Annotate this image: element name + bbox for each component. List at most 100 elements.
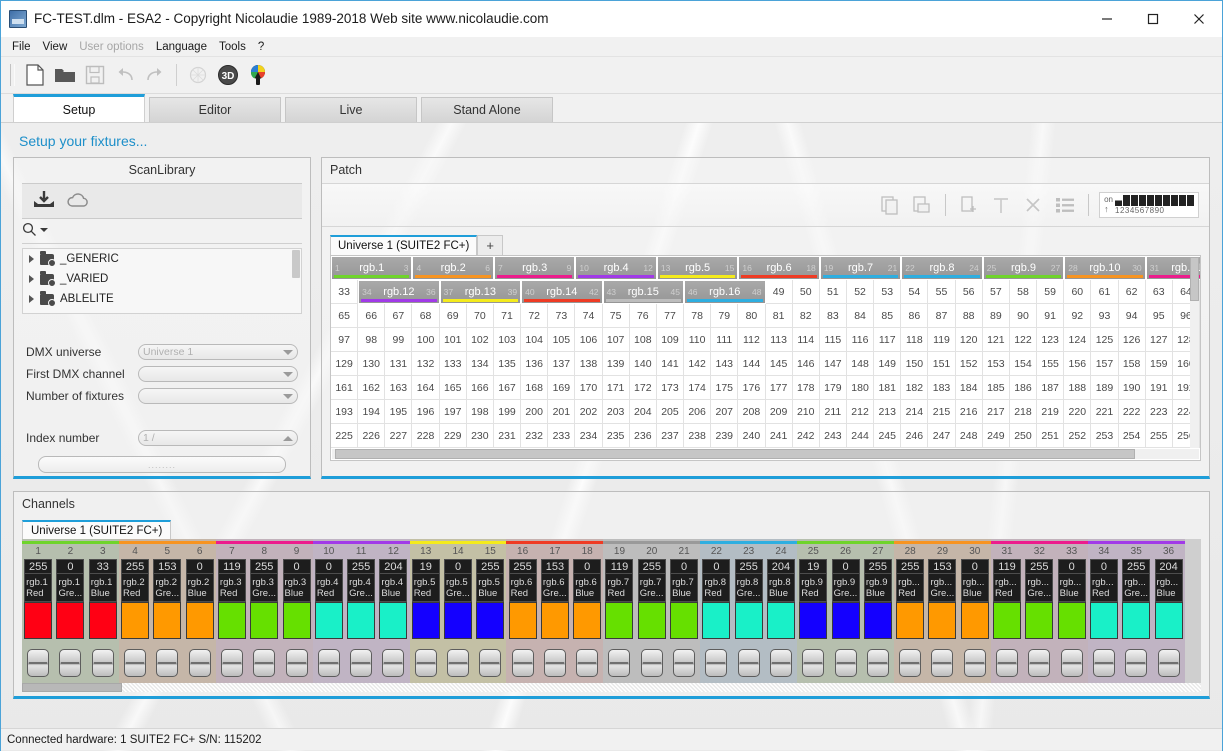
- patch-cell[interactable]: 116: [846, 328, 875, 352]
- strip-fader-track[interactable]: [571, 639, 603, 686]
- channel-strip[interactable]: 16 255 rgb.6 Red: [506, 539, 539, 691]
- expand-triangle-icon[interactable]: [29, 295, 34, 303]
- save-icon[interactable]: [80, 60, 110, 90]
- patch-cell[interactable]: 65: [331, 304, 359, 328]
- patch-cell[interactable]: 163: [385, 376, 413, 400]
- patch-cell[interactable]: 138: [575, 352, 603, 376]
- channel-strip[interactable]: 13 19 rgb.5 Red: [409, 539, 442, 691]
- patch-cell[interactable]: 70: [466, 304, 494, 328]
- patch-cell[interactable]: 170: [575, 376, 603, 400]
- patch-cell[interactable]: 216: [955, 400, 983, 424]
- expand-triangle-icon[interactable]: [29, 275, 34, 283]
- tab-stand-alone[interactable]: Stand Alone: [421, 97, 553, 122]
- patch-cell[interactable]: 126: [1118, 328, 1146, 352]
- patch-cell[interactable]: 150: [901, 352, 929, 376]
- patch-cell[interactable]: 75: [602, 304, 630, 328]
- strip-value[interactable]: 119: [993, 559, 1022, 574]
- patch-cell[interactable]: 250: [1009, 424, 1038, 448]
- patch-cell[interactable]: 246: [901, 424, 929, 448]
- strip-color-swatch[interactable]: [573, 602, 602, 639]
- patch-cell[interactable]: 71: [493, 304, 522, 328]
- strip-value[interactable]: 0: [702, 559, 731, 574]
- undo-icon[interactable]: [110, 60, 140, 90]
- patch-cell[interactable]: 136: [521, 352, 549, 376]
- patch-cell[interactable]: 112: [738, 328, 766, 352]
- strip-color-swatch[interactable]: [444, 602, 472, 639]
- duplicate-fixture-icon[interactable]: [956, 192, 982, 218]
- 3d-preview-2d-icon[interactable]: [183, 60, 213, 90]
- minimize-button[interactable]: [1084, 2, 1130, 36]
- patch-cell[interactable]: 213: [874, 400, 902, 424]
- patch-cell[interactable]: 93: [1091, 304, 1119, 328]
- strip-fader-knob[interactable]: [543, 648, 566, 677]
- patch-cell[interactable]: 249: [982, 424, 1010, 448]
- patch-cell[interactable]: 104: [521, 328, 549, 352]
- strip-color-swatch[interactable]: [347, 602, 376, 639]
- patch-cell[interactable]: 149: [874, 352, 902, 376]
- strip-color-swatch[interactable]: [766, 602, 795, 639]
- patch-cell[interactable]: 72: [521, 304, 549, 328]
- index-number-stepper[interactable]: 1 /: [138, 430, 298, 446]
- new-file-icon[interactable]: [20, 60, 50, 90]
- patch-cell[interactable]: 251: [1037, 424, 1065, 448]
- patch-cell[interactable]: 235: [602, 424, 630, 448]
- patch-cell[interactable]: 233: [548, 424, 576, 448]
- patch-fixture-block[interactable]: 16 rgb.6 18: [738, 256, 820, 280]
- strip-fader-track[interactable]: [248, 639, 280, 686]
- patch-cell[interactable]: 204: [629, 400, 657, 424]
- patch-cell[interactable]: 184: [955, 376, 983, 400]
- patch-cell[interactable]: 141: [656, 352, 685, 376]
- strip-fader-knob[interactable]: [382, 648, 405, 677]
- patch-cell[interactable]: 164: [412, 376, 440, 400]
- patch-cell[interactable]: 74: [575, 304, 603, 328]
- strip-fader-track[interactable]: [216, 639, 248, 686]
- strip-fader-knob[interactable]: [511, 648, 534, 677]
- strip-fader-knob[interactable]: [931, 648, 954, 677]
- strip-value[interactable]: 255: [347, 559, 376, 574]
- patch-action-button[interactable]: ........: [38, 456, 286, 473]
- cloud-icon[interactable]: [66, 192, 90, 211]
- patch-cell[interactable]: 145: [765, 352, 793, 376]
- 3d-preview-icon[interactable]: 3D: [213, 60, 243, 90]
- tree-item-ablelite[interactable]: ABLELITE: [23, 289, 301, 309]
- patch-cell[interactable]: 135: [493, 352, 522, 376]
- patch-cell[interactable]: 142: [684, 352, 712, 376]
- close-button[interactable]: [1176, 2, 1222, 36]
- strip-fader-knob[interactable]: [673, 648, 696, 677]
- patch-cell[interactable]: 199: [493, 400, 522, 424]
- patch-cell[interactable]: 88: [955, 304, 983, 328]
- patch-cell[interactable]: 148: [846, 352, 875, 376]
- tab-live[interactable]: Live: [285, 97, 417, 122]
- patch-grid-hscrollbar[interactable]: [332, 449, 1199, 459]
- patch-cell[interactable]: 177: [765, 376, 793, 400]
- strip-value[interactable]: 0: [185, 559, 214, 574]
- strip-color-swatch[interactable]: [282, 602, 311, 639]
- strip-fader-knob[interactable]: [188, 648, 211, 677]
- patch-cell[interactable]: 223: [1145, 400, 1173, 424]
- strip-fader-track[interactable]: [700, 639, 732, 686]
- strip-fader-knob[interactable]: [769, 648, 792, 677]
- strip-color-swatch[interactable]: [670, 602, 699, 639]
- channel-strip[interactable]: 19 119 rgb.7 Red: [603, 539, 636, 691]
- strip-fader-knob[interactable]: [1125, 648, 1148, 677]
- patch-cell[interactable]: 57: [982, 280, 1010, 304]
- patch-cell[interactable]: 90: [1009, 304, 1038, 328]
- strip-fader-track[interactable]: [894, 639, 926, 686]
- patch-cell[interactable]: 234: [575, 424, 603, 448]
- patch-cell[interactable]: 105: [548, 328, 576, 352]
- patch-cell[interactable]: 97: [331, 328, 359, 352]
- strip-color-swatch[interactable]: [476, 602, 505, 639]
- patch-cell[interactable]: 253: [1091, 424, 1119, 448]
- patch-grid-vscrollbar[interactable]: [1190, 257, 1199, 448]
- strip-fader-knob[interactable]: [27, 648, 50, 677]
- strip-fader-track[interactable]: [636, 639, 668, 686]
- patch-cell[interactable]: 158: [1118, 352, 1146, 376]
- strip-value[interactable]: 0: [1089, 559, 1118, 574]
- strip-fader-track[interactable]: [280, 639, 312, 686]
- patch-cell[interactable]: 245: [874, 424, 902, 448]
- strip-color-swatch[interactable]: [799, 602, 828, 639]
- strip-color-swatch[interactable]: [1154, 602, 1183, 639]
- patch-fixture-block[interactable]: 43 rgb.15 45: [602, 280, 685, 304]
- strip-fader-knob[interactable]: [414, 648, 437, 677]
- strip-fader-knob[interactable]: [317, 648, 340, 677]
